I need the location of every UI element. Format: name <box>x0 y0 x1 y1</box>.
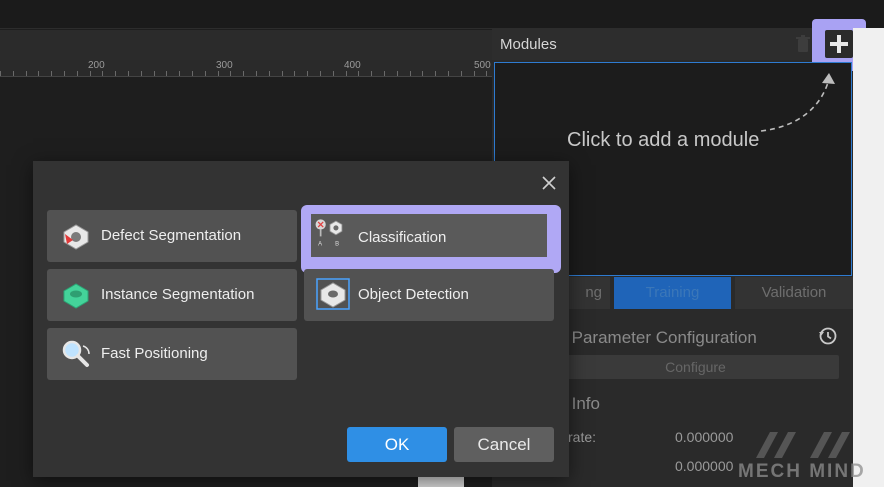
option-label: Instance Segmentation <box>101 286 255 303</box>
svg-text:A: A <box>318 242 322 248</box>
rate-label: rate: <box>568 429 597 445</box>
ruler-label: 500 <box>474 60 491 71</box>
metric-value: 0.000000 <box>675 458 734 474</box>
ruler-tick <box>269 71 270 76</box>
ruler-tick <box>115 71 116 76</box>
tab-training[interactable]: Training <box>614 277 731 309</box>
ruler-tick <box>358 71 359 76</box>
ruler-tick <box>141 71 142 76</box>
ruler-tick <box>410 71 411 76</box>
ruler-tick <box>64 71 65 76</box>
ruler-tick <box>371 71 372 76</box>
trash-icon[interactable] <box>795 35 811 53</box>
ruler-tick <box>307 71 308 76</box>
ruler-tick <box>256 71 257 76</box>
canvas-header <box>0 30 492 60</box>
ruler-tick <box>0 71 1 76</box>
ruler-tick <box>422 71 423 76</box>
title-bar <box>0 0 884 29</box>
ruler-tick <box>461 71 462 76</box>
mech-mind-logo: MECH MIND <box>738 428 884 487</box>
option-label: Classification <box>358 229 447 246</box>
history-icon[interactable] <box>818 326 838 346</box>
ruler-tick <box>205 71 206 76</box>
add-module-hint: Click to add a module <box>567 129 760 151</box>
ruler-tick <box>282 71 283 76</box>
object-detection-icon <box>316 278 350 310</box>
ruler-tick <box>346 71 347 76</box>
ruler-tick <box>294 71 295 76</box>
background-fragment <box>418 477 464 487</box>
ruler-tick <box>333 71 334 76</box>
ruler-tick <box>435 71 436 76</box>
ruler-tick <box>51 71 52 76</box>
ruler-tick <box>448 71 449 76</box>
ruler-tick <box>179 71 180 76</box>
option-defect-segmentation[interactable]: Defect Segmentation <box>47 210 297 262</box>
ruler-tick <box>384 71 385 76</box>
ruler-tick <box>166 71 167 76</box>
add-module-dialog: Defect Segmentation A B Classification I… <box>33 161 569 477</box>
ruler-tick <box>218 71 219 76</box>
ruler-tick <box>26 71 27 76</box>
ruler-tick <box>38 71 39 76</box>
option-fast-positioning[interactable]: Fast Positioning <box>47 328 297 380</box>
modules-title: Modules <box>500 36 557 53</box>
ok-button[interactable]: OK <box>347 427 447 462</box>
fast-positioning-icon <box>62 340 90 367</box>
option-label: Defect Segmentation <box>101 227 242 244</box>
option-classification[interactable]: A B Classification <box>301 205 561 273</box>
modules-header: Modules <box>492 19 866 71</box>
option-object-detection[interactable]: Object Detection <box>304 269 554 321</box>
option-label: Fast Positioning <box>101 345 208 362</box>
ruler-tick <box>474 71 475 76</box>
ruler-tick <box>13 71 14 76</box>
horizontal-ruler: 200 300 400 500 <box>0 60 492 77</box>
plus-icon <box>825 30 853 58</box>
svg-text:B: B <box>335 242 339 248</box>
ruler-label: 400 <box>344 60 361 71</box>
option-instance-segmentation[interactable]: Instance Segmentation <box>47 269 297 321</box>
close-icon[interactable] <box>539 173 559 193</box>
ruler-tick <box>486 71 487 76</box>
ruler-tick <box>230 71 231 76</box>
cancel-button[interactable]: Cancel <box>454 427 554 462</box>
logo-text: MECH MIND <box>738 461 866 482</box>
ruler-tick <box>154 71 155 76</box>
logo-mark-icon <box>756 432 850 458</box>
tab-validation[interactable]: Validation <box>735 277 853 309</box>
configure-button[interactable]: Configure <box>552 355 839 379</box>
parameter-configuration-title: ng Parameter Configuration <box>548 328 757 347</box>
ruler-tick <box>128 71 129 76</box>
ruler-tick <box>77 71 78 76</box>
option-label: Object Detection <box>358 286 469 303</box>
rate-value: 0.000000 <box>675 429 734 445</box>
ruler-tick <box>102 71 103 76</box>
instance-segmentation-icon <box>63 283 89 309</box>
classification-icon: A B <box>315 219 343 248</box>
ruler-tick <box>397 71 398 76</box>
ruler-tick <box>90 71 91 76</box>
right-edge-strip <box>853 28 884 487</box>
ruler-tick <box>320 71 321 76</box>
ruler-tick <box>243 71 244 76</box>
ruler-label: 200 <box>88 60 105 71</box>
defect-segmentation-icon <box>63 224 89 250</box>
ruler-label: 300 <box>216 60 233 71</box>
dashed-arrow-icon <box>760 73 835 132</box>
ruler-tick <box>192 71 193 76</box>
